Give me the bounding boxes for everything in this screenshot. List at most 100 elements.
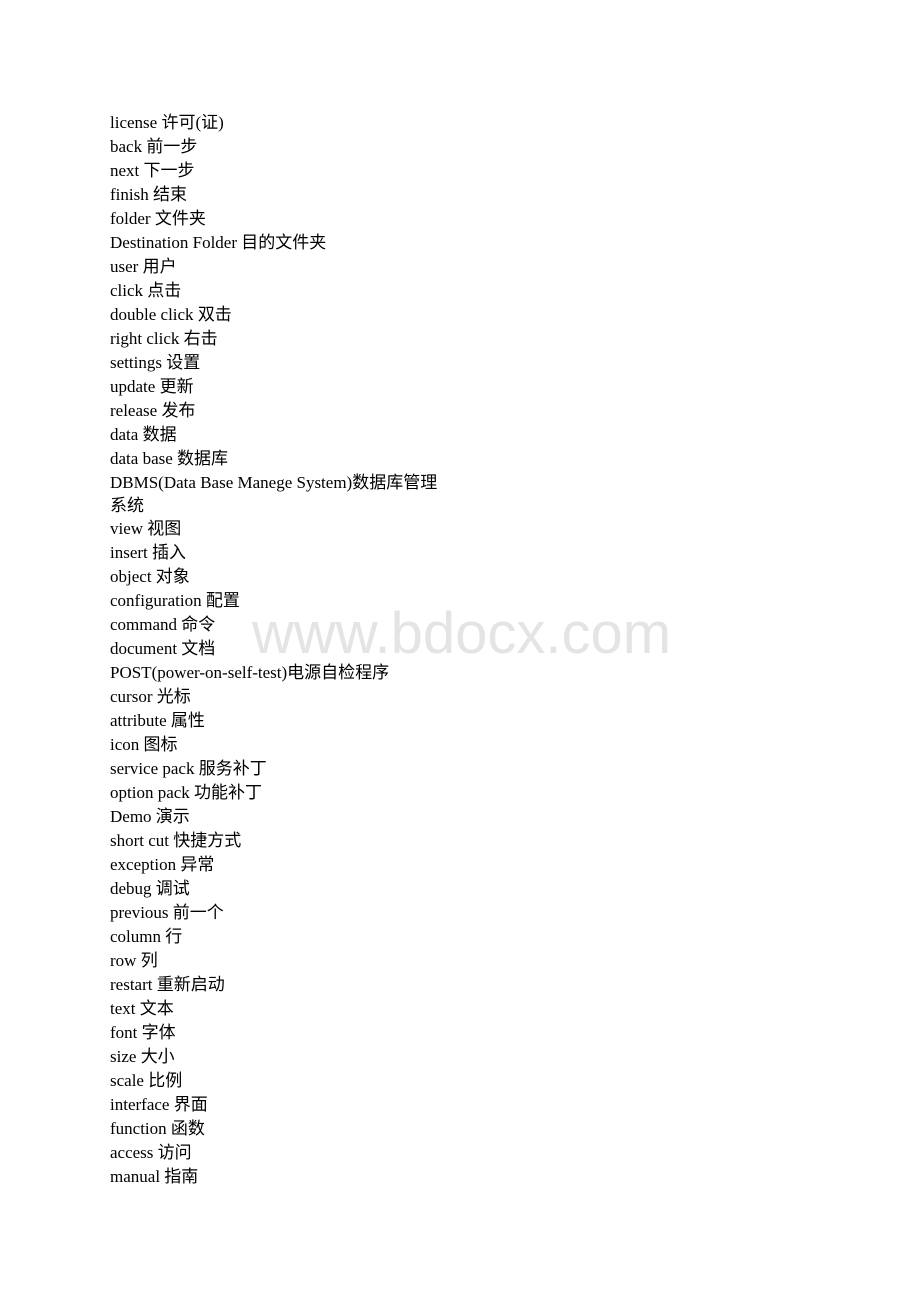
chinese-translation: 目的文件夹 [241, 233, 327, 252]
chinese-translation: 视图 [147, 519, 182, 538]
glossary-entry: size 大小 [110, 1045, 440, 1069]
english-term: manual [110, 1167, 161, 1186]
chinese-translation: 数据库 [177, 449, 229, 468]
english-term: Demo [110, 807, 152, 826]
glossary-entry: manual 指南 [110, 1165, 440, 1189]
english-term: access [110, 1143, 154, 1162]
english-term: view [110, 519, 144, 538]
chinese-translation: 异常 [180, 855, 215, 874]
chinese-translation: 文件夹 [154, 209, 206, 228]
glossary-entry: double click 双击 [110, 303, 440, 327]
chinese-translation: 行 [165, 927, 183, 946]
glossary-entry: folder 文件夹 [110, 207, 440, 231]
chinese-translation: 演示 [155, 807, 190, 826]
chinese-translation: 光标 [156, 687, 191, 706]
glossary-list: license 许可(证) back 前一步 next 下一步 finish 结束 fo… [110, 111, 440, 1189]
english-term: font [110, 1023, 138, 1042]
chinese-translation: 前一步 [146, 137, 198, 156]
glossary-entry: right click 右击 [110, 327, 440, 351]
glossary-entry: short cut 快捷方式 [110, 829, 440, 853]
english-term: click [110, 281, 144, 300]
glossary-entry: debug 调试 [110, 877, 440, 901]
english-term: debug [110, 879, 152, 898]
chinese-translation: 列 [140, 951, 158, 970]
glossary-entry: settings 设置 [110, 351, 440, 375]
chinese-translation: 快捷方式 [173, 831, 242, 850]
glossary-entry: function 函数 [110, 1117, 440, 1141]
english-term: icon [110, 735, 140, 754]
chinese-translation: 界面 [173, 1095, 208, 1114]
glossary-entry: Demo 演示 [110, 805, 440, 829]
english-term: settings [110, 353, 162, 372]
english-term: interface [110, 1095, 170, 1114]
english-term: POST(power-on-self-test) [110, 663, 288, 682]
glossary-entry: cursor 光标 [110, 685, 440, 709]
chinese-translation: 右击 [183, 329, 218, 348]
glossary-entry: view 视图 [110, 517, 440, 541]
english-term: text [110, 999, 136, 1018]
glossary-entry: service pack 服务补丁 [110, 757, 440, 781]
glossary-entry: release 发布 [110, 399, 440, 423]
english-term: next [110, 161, 140, 180]
english-term: back [110, 137, 143, 156]
glossary-entry: scale 比例 [110, 1069, 440, 1093]
glossary-entry: command 命令 [110, 613, 440, 637]
chinese-translation: 下一步 [143, 161, 195, 180]
glossary-entry: previous 前一个 [110, 901, 440, 925]
english-term: document [110, 639, 178, 658]
chinese-translation: 函数 [170, 1119, 205, 1138]
english-term: function [110, 1119, 167, 1138]
glossary-entry: update 更新 [110, 375, 440, 399]
english-term: Destination Folder [110, 233, 238, 252]
glossary-entry: column 行 [110, 925, 440, 949]
english-term: data [110, 425, 139, 444]
chinese-translation: 重新启动 [156, 975, 225, 994]
english-term: previous [110, 903, 169, 922]
chinese-translation: 文档 [181, 639, 216, 658]
chinese-translation: 指南 [164, 1167, 199, 1186]
chinese-translation: 结束 [152, 185, 187, 204]
chinese-translation: 数据 [142, 425, 177, 444]
english-term: exception [110, 855, 177, 874]
glossary-entry: Destination Folder 目的文件夹 [110, 231, 440, 255]
chinese-translation: 用户 [142, 257, 177, 276]
glossary-entry: option pack 功能补丁 [110, 781, 440, 805]
english-term: cursor [110, 687, 153, 706]
glossary-entry: interface 界面 [110, 1093, 440, 1117]
glossary-entry: finish 结束 [110, 183, 440, 207]
chinese-translation: 设置 [166, 353, 201, 372]
chinese-translation: 调试 [155, 879, 190, 898]
english-term: update [110, 377, 156, 396]
chinese-translation: 比例 [148, 1071, 183, 1090]
glossary-entry: configuration 配置 [110, 589, 440, 613]
chinese-translation: 点击 [147, 281, 182, 300]
english-term: finish [110, 185, 149, 204]
document-page: license 许可(证) back 前一步 next 下一步 finish 结束 fo… [0, 0, 920, 1302]
glossary-entry: back 前一步 [110, 135, 440, 159]
english-term: short cut [110, 831, 170, 850]
english-term: size [110, 1047, 137, 1066]
glossary-entry: user 用户 [110, 255, 440, 279]
chinese-translation: 更新 [159, 377, 194, 396]
chinese-translation: 属性 [170, 711, 205, 730]
english-term: attribute [110, 711, 167, 730]
glossary-entry: object 对象 [110, 565, 440, 589]
glossary-entry: data 数据 [110, 423, 440, 447]
glossary-entry: icon 图标 [110, 733, 440, 757]
glossary-entry: license 许可(证) [110, 111, 440, 135]
english-term: insert [110, 543, 148, 562]
chinese-translation: 命令 [181, 615, 216, 634]
english-term: option pack [110, 783, 190, 802]
glossary-entry: click 点击 [110, 279, 440, 303]
chinese-translation: 功能补丁 [194, 783, 263, 802]
english-term: column [110, 927, 161, 946]
chinese-translation: 图标 [143, 735, 178, 754]
glossary-entry: DBMS(Data Base Manege System)数据库管理系统 [110, 471, 440, 517]
glossary-entry: row 列 [110, 949, 440, 973]
glossary-entry: document 文档 [110, 637, 440, 661]
chinese-translation: 文本 [139, 999, 174, 1018]
chinese-translation: 大小 [140, 1047, 175, 1066]
chinese-translation: 插入 [152, 543, 187, 562]
english-term: double click [110, 305, 194, 324]
chinese-translation: 发布 [161, 401, 196, 420]
